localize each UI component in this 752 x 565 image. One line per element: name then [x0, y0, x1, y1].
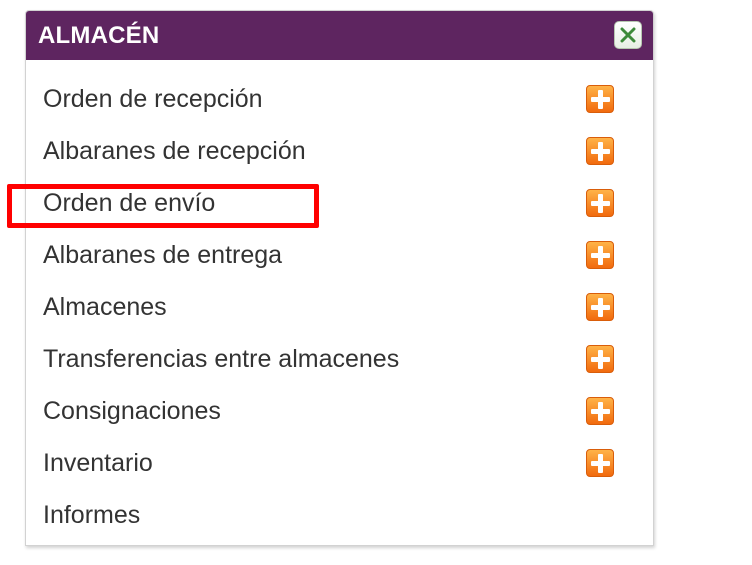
panel-header: ALMACÉN	[26, 11, 653, 60]
menu-item-label[interactable]: Transferencias entre almacenes	[43, 343, 399, 375]
menu-list: Orden de recepción Albaranes de recepció…	[26, 75, 653, 543]
menu-item-albaranes-de-entrega[interactable]: Albaranes de entrega	[26, 231, 653, 283]
panel-title: ALMACÉN	[38, 22, 160, 49]
add-plus-icon[interactable]	[586, 137, 614, 165]
menu-item-almacenes[interactable]: Almacenes	[26, 283, 653, 335]
menu-item-label[interactable]: Almacenes	[43, 291, 167, 323]
menu-item-label[interactable]: Orden de envío	[43, 187, 215, 219]
add-plus-icon[interactable]	[586, 397, 614, 425]
add-plus-icon[interactable]	[586, 449, 614, 477]
add-plus-icon[interactable]	[586, 85, 614, 113]
add-plus-icon[interactable]	[586, 241, 614, 269]
close-button[interactable]	[614, 21, 642, 49]
menu-item-albaranes-de-recepcion[interactable]: Albaranes de recepción	[26, 127, 653, 179]
menu-item-label[interactable]: Inventario	[43, 447, 153, 479]
add-plus-icon[interactable]	[586, 345, 614, 373]
menu-item-inventario[interactable]: Inventario	[26, 439, 653, 491]
menu-item-consignaciones[interactable]: Consignaciones	[26, 387, 653, 439]
close-x-icon	[620, 27, 636, 43]
menu-item-label[interactable]: Informes	[43, 499, 140, 531]
menu-item-informes[interactable]: Informes	[26, 491, 653, 543]
menu-item-label[interactable]: Albaranes de recepción	[43, 135, 306, 167]
almacen-panel: ALMACÉN Orden de recepción Albaranes de …	[25, 10, 654, 546]
menu-item-label[interactable]: Albaranes de entrega	[43, 239, 282, 271]
menu-item-orden-de-envio[interactable]: Orden de envío	[26, 179, 653, 231]
menu-item-transferencias-entre-almacenes[interactable]: Transferencias entre almacenes	[26, 335, 653, 387]
menu-item-label[interactable]: Orden de recepción	[43, 83, 263, 115]
menu-item-orden-de-recepcion[interactable]: Orden de recepción	[26, 75, 653, 127]
menu-item-label[interactable]: Consignaciones	[43, 395, 221, 427]
add-plus-icon[interactable]	[586, 293, 614, 321]
add-plus-icon[interactable]	[586, 189, 614, 217]
